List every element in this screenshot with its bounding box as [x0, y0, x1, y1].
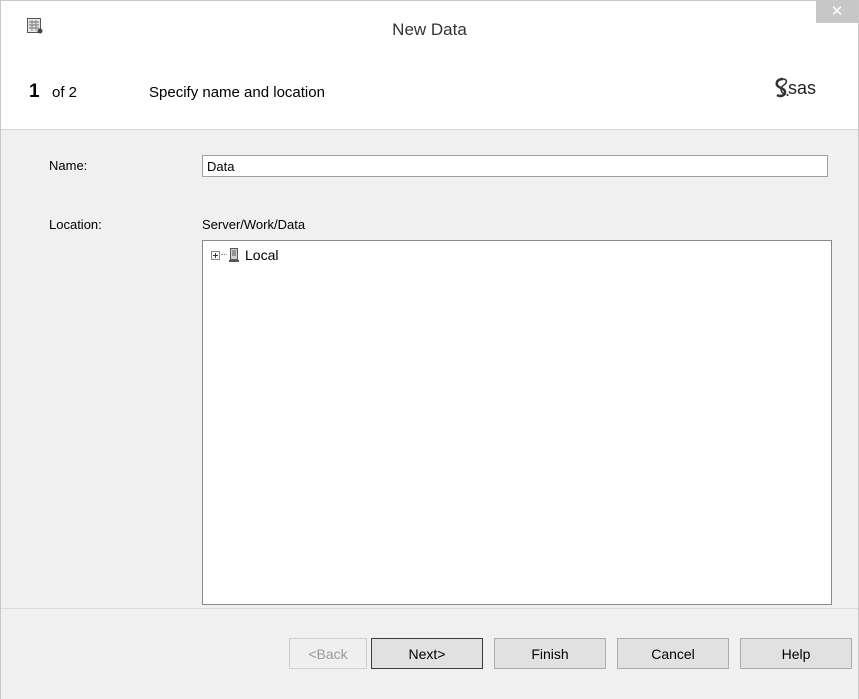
next-button[interactable]: Next>: [371, 638, 483, 669]
cancel-button[interactable]: Cancel: [617, 638, 729, 669]
logo-text: sas: [788, 78, 816, 98]
wizard-body: Name: Location: Server/Work/Data Local: [1, 130, 858, 608]
step-number: 1: [29, 81, 40, 102]
wizard-header: 1 of 2 Specify name and location sas: [1, 51, 858, 130]
tree-node-local[interactable]: Local: [211, 247, 278, 263]
name-label: Name:: [49, 158, 88, 173]
server-icon: [229, 248, 239, 262]
title-bar: New Data ✕: [1, 1, 858, 51]
tree-connector: [221, 254, 227, 256]
step-title: Specify name and location: [149, 84, 325, 101]
new-data-dialog: New Data ✕ 1 of 2 Specify name and locat…: [0, 0, 859, 699]
help-button[interactable]: Help: [740, 638, 852, 669]
finish-button[interactable]: Finish: [494, 638, 606, 669]
close-icon: ✕: [830, 3, 844, 20]
expand-icon[interactable]: [211, 250, 220, 260]
location-label: Location:: [49, 217, 102, 232]
location-tree[interactable]: Local: [202, 240, 832, 605]
step-count: of 2: [52, 84, 78, 101]
button-bar: <Back Next> Finish Cancel Help: [1, 608, 858, 699]
back-button[interactable]: <Back: [289, 638, 367, 669]
location-path: Server/Work/Data: [202, 217, 306, 232]
tree-node-label: Local: [245, 247, 279, 263]
close-button[interactable]: ✕: [816, 1, 858, 23]
sas-logo: sas: [775, 77, 816, 98]
name-input[interactable]: [202, 155, 828, 177]
window-title: New Data: [392, 20, 467, 39]
